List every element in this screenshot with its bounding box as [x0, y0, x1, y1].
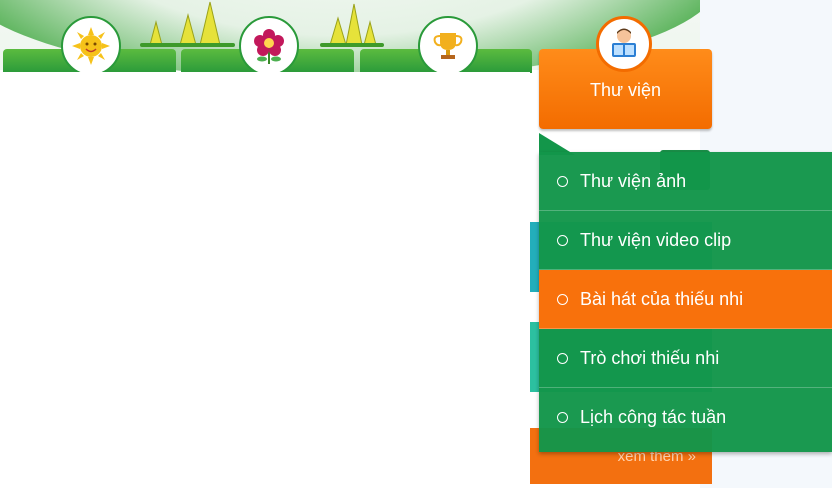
menu-item-children-songs[interactable]: Bài hát của thiếu nhi	[539, 270, 832, 329]
circle-bullet-icon	[557, 175, 568, 187]
flower-icon[interactable]	[239, 16, 299, 76]
trophy-icon[interactable]	[418, 16, 478, 76]
menu-item-label: Lịch công tác tuần	[580, 407, 727, 427]
circle-bullet-icon	[557, 293, 568, 305]
menu-item-children-games[interactable]: Trò chơi thiếu nhi	[539, 329, 832, 388]
menu-item-label: Trò chơi thiếu nhi	[580, 347, 720, 368]
circle-bullet-icon	[557, 234, 568, 246]
menu-item-photo-library[interactable]: Thư viện ảnh	[539, 152, 832, 211]
content-panel	[0, 72, 530, 488]
library-dropdown-menu: Thư viện ảnh Thư viện video clip Bài hát…	[539, 152, 832, 452]
circle-bullet-icon	[557, 352, 568, 364]
reading-child-icon[interactable]	[596, 16, 652, 72]
sun-icon[interactable]	[61, 16, 121, 76]
menu-item-video-library[interactable]: Thư viện video clip	[539, 211, 832, 270]
bamboo-decoration-2	[320, 3, 384, 47]
menu-item-weekly-schedule[interactable]: Lịch công tác tuần	[539, 388, 832, 447]
bamboo-decoration	[140, 1, 235, 47]
circle-bullet-icon	[557, 412, 568, 423]
tab-library-label: Thư viện	[589, 80, 662, 100]
menu-item-label: Bài hát của thiếu nhi	[580, 288, 744, 309]
menu-item-label: Thư viện ảnh	[580, 170, 687, 191]
menu-item-label: Thư viện video clip	[580, 229, 732, 250]
